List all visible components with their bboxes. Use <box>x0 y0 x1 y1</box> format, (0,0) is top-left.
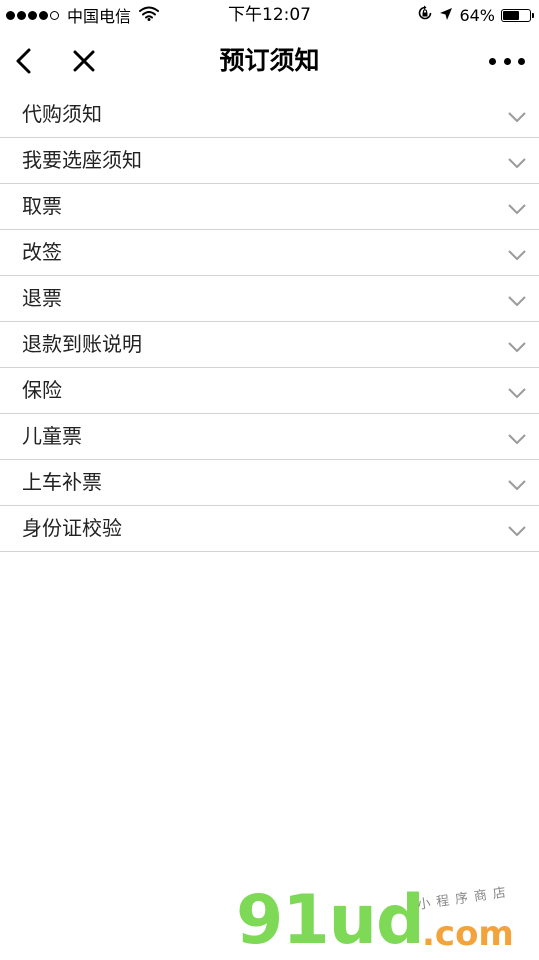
watermark-main: 91ud <box>236 881 425 960</box>
chevron-down-icon <box>508 388 526 399</box>
list-item-label: 取票 <box>22 194 62 218</box>
list-item-label: 代购须知 <box>22 102 102 126</box>
chevron-down-icon <box>508 250 526 261</box>
status-bar: 中国电信 下午12:07 64% <box>0 0 539 30</box>
list-item-label: 身份证校验 <box>22 516 122 540</box>
list-item-seat-selection[interactable]: 我要选座须知 <box>0 138 539 184</box>
close-button[interactable] <box>70 44 98 78</box>
page-title: 预订须知 <box>219 46 320 75</box>
location-arrow-icon <box>439 6 453 25</box>
status-right: 64% <box>411 4 534 26</box>
list-item-label: 保险 <box>22 378 62 402</box>
list-item-refund-arrival[interactable]: 退款到账说明 <box>0 322 539 368</box>
chevron-down-icon <box>508 296 526 307</box>
more-dots-icon <box>489 57 496 65</box>
chevron-left-icon <box>16 48 31 74</box>
navigation-bar: 预订须知 <box>0 30 539 92</box>
chevron-down-icon <box>508 434 526 445</box>
watermark-logo: 91ud 小程序商店 .com <box>236 881 536 960</box>
battery-level <box>503 10 519 20</box>
watermark-domain: .com <box>422 914 514 954</box>
list-item-child-ticket[interactable]: 儿童票 <box>0 414 539 460</box>
close-icon <box>73 50 95 72</box>
back-button[interactable] <box>10 44 38 78</box>
notice-list: 代购须知 我要选座须知 取票 改签 退票 退款到账说明 保险 儿童票 上车补票 … <box>0 92 539 552</box>
list-item-label: 我要选座须知 <box>22 148 142 172</box>
list-item-label: 儿童票 <box>22 424 82 448</box>
list-item-purchase-notice[interactable]: 代购须知 <box>0 92 539 138</box>
chevron-down-icon <box>508 112 526 123</box>
chevron-down-icon <box>508 158 526 169</box>
list-item-label: 改签 <box>22 240 62 264</box>
rotation-lock-icon <box>417 5 433 25</box>
list-item-ticket-pickup[interactable]: 取票 <box>0 184 539 230</box>
chevron-down-icon <box>508 526 526 537</box>
battery-icon <box>501 8 534 22</box>
list-item-refund-ticket[interactable]: 退票 <box>0 276 539 322</box>
list-item-id-verification[interactable]: 身份证校验 <box>0 506 539 552</box>
list-item-label: 退款到账说明 <box>22 332 142 356</box>
list-item-onboard-ticket[interactable]: 上车补票 <box>0 460 539 506</box>
watermark-tagline: 小程序商店 <box>416 884 513 913</box>
chevron-down-icon <box>508 204 526 215</box>
chevron-down-icon <box>508 480 526 491</box>
list-item-label: 退票 <box>22 286 62 310</box>
chevron-down-icon <box>508 342 526 353</box>
battery-percent: 64% <box>459 5 495 25</box>
more-button[interactable] <box>489 48 525 74</box>
list-item-reschedule[interactable]: 改签 <box>0 230 539 276</box>
list-item-insurance[interactable]: 保险 <box>0 368 539 414</box>
list-item-label: 上车补票 <box>22 470 102 494</box>
